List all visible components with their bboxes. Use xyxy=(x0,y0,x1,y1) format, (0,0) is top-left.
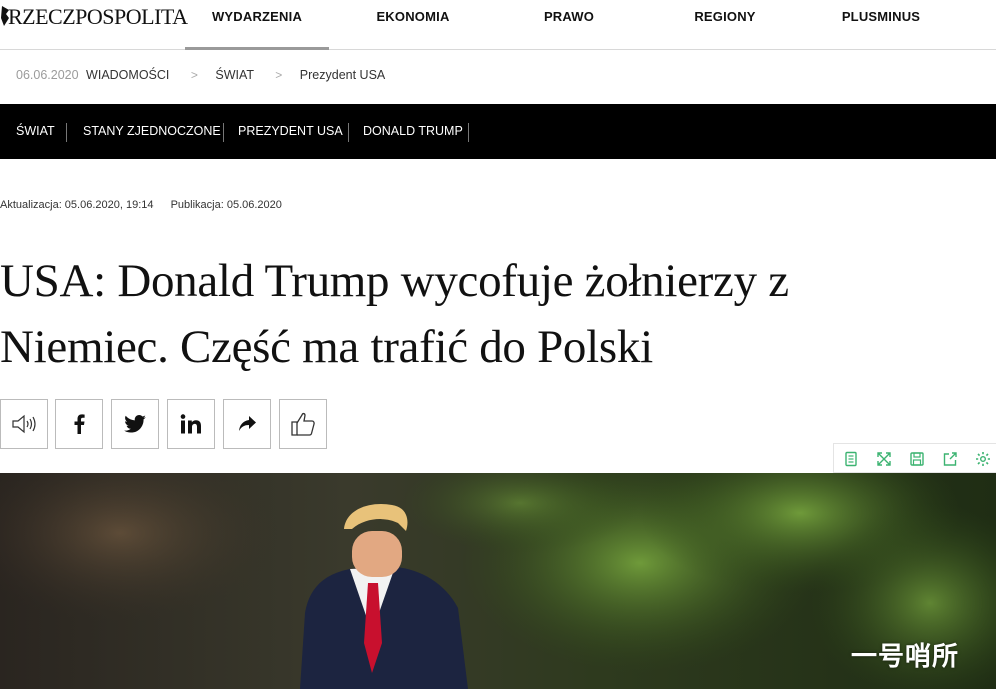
article-title-line1: USA: Donald Trump wycofuje żołnierzy z xyxy=(0,255,789,307)
like-button[interactable] xyxy=(279,399,327,449)
save-icon[interactable] xyxy=(909,451,925,467)
breadcrumb-date: 06.06.2020 xyxy=(16,68,79,82)
floating-toolbar xyxy=(833,443,996,473)
logo-text: RZECZPOSPOLITA xyxy=(8,4,188,29)
nav-ekonomia[interactable]: EKONOMIA xyxy=(360,0,466,50)
facebook-icon xyxy=(74,414,85,434)
nav-wydarzenia[interactable]: WYDARZENIA xyxy=(185,0,329,50)
speaker-icon xyxy=(12,414,36,434)
expand-icon[interactable] xyxy=(876,451,892,467)
chevron-right-icon: > xyxy=(275,68,283,82)
twitter-icon xyxy=(124,415,146,433)
twitter-share-button[interactable] xyxy=(111,399,159,449)
nav-prawo[interactable]: PRAWO xyxy=(530,0,608,50)
settings-icon[interactable] xyxy=(975,451,991,467)
facebook-share-button[interactable] xyxy=(55,399,103,449)
tag-bar: ŚWIAT STANY ZJEDNOCZONE PREZYDENT USA DO… xyxy=(0,104,996,159)
tag-swiat[interactable]: ŚWIAT xyxy=(16,124,55,138)
published-date: Publikacja: 05.06.2020 xyxy=(170,199,282,211)
updated-date: Aktualizacja: 05.06.2020, 19:14 xyxy=(0,199,154,211)
top-navigation: RZECZPOSPOLITA WYDARZENIA EKONOMIA PRAWO… xyxy=(0,0,996,50)
watermark-text: 一号哨所 xyxy=(851,641,960,671)
tag-prezydent-usa[interactable]: PREZYDENT USA xyxy=(238,124,343,138)
breadcrumb: 06.06.2020 WIADOMOŚCI > ŚWIAT > Prezyden… xyxy=(16,68,385,82)
site-logo[interactable]: RZECZPOSPOLITA xyxy=(0,4,188,30)
nav-plusminus[interactable]: PLUSMINUS xyxy=(834,0,928,50)
share-arrow-icon xyxy=(239,416,256,431)
article-meta: Aktualizacja: 05.06.2020, 19:14 Publikac… xyxy=(0,199,282,211)
breadcrumb-item-swiat[interactable]: ŚWIAT xyxy=(215,68,253,82)
tag-stany-zjednoczone[interactable]: STANY ZJEDNOCZONE xyxy=(83,124,221,138)
linkedin-share-button[interactable] xyxy=(167,399,215,449)
tag-divider xyxy=(66,123,67,142)
eagle-logo-icon xyxy=(1,6,9,26)
listen-button[interactable] xyxy=(0,399,48,449)
article-title: USA: Donald Trump wycofuje żołnierzy z N… xyxy=(0,248,900,380)
chevron-right-icon: > xyxy=(190,68,198,82)
tag-divider xyxy=(223,123,224,142)
export-icon[interactable] xyxy=(942,451,958,467)
tag-divider xyxy=(348,123,349,142)
breadcrumb-item-wiadomosci[interactable]: WIADOMOŚCI xyxy=(86,68,169,82)
trump-photo-image xyxy=(0,473,996,689)
thumbs-up-icon xyxy=(291,412,315,436)
article-title-line2: Niemiec. Część ma trafić do Polski xyxy=(0,321,653,373)
share-button[interactable] xyxy=(223,399,271,449)
tag-divider xyxy=(468,123,469,142)
linkedin-icon xyxy=(180,414,201,434)
breadcrumb-item-prezydent[interactable]: Prezydent USA xyxy=(300,68,385,82)
reader-icon[interactable] xyxy=(843,451,859,467)
nav-regiony[interactable]: REGIONY xyxy=(684,0,766,50)
article-photo xyxy=(0,473,996,689)
tag-donald-trump[interactable]: DONALD TRUMP xyxy=(363,124,463,138)
